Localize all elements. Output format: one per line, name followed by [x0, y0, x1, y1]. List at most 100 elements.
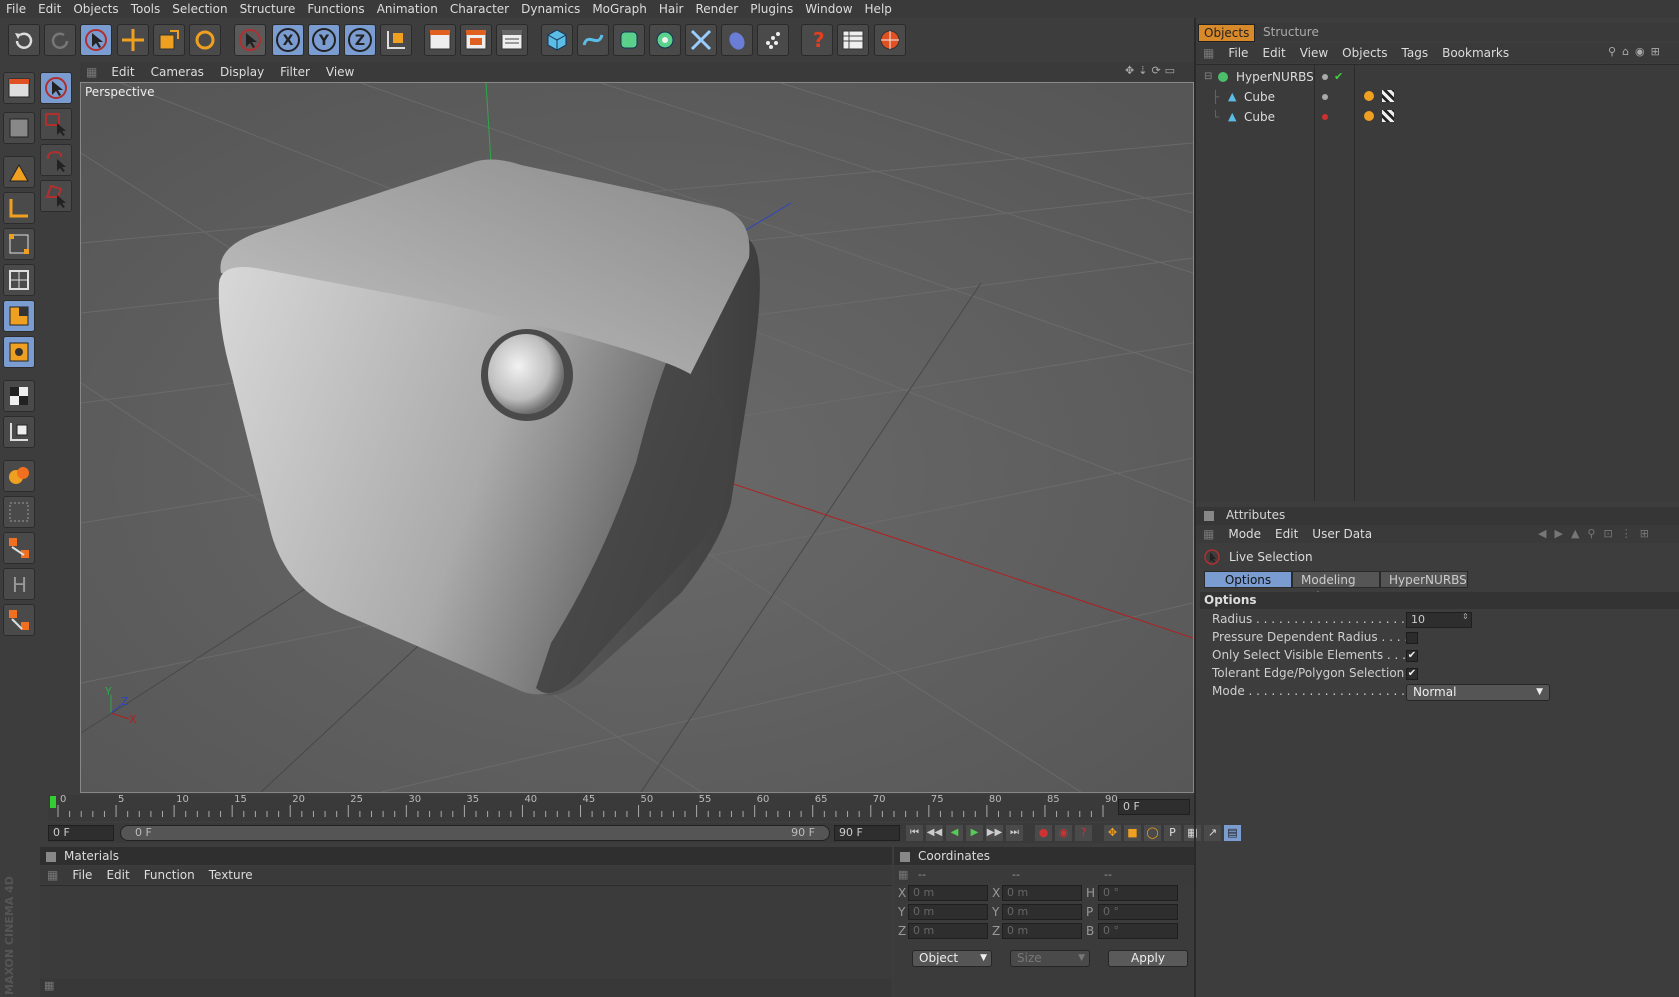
lock-icon[interactable]: ⊡	[1603, 527, 1612, 543]
size-x-field[interactable]: 0 m	[1002, 885, 1082, 901]
attributes-menu-user-data[interactable]: User Data	[1305, 527, 1379, 541]
object-name[interactable]: HyperNURBS	[1236, 67, 1314, 87]
menu-hair[interactable]: Hair	[653, 2, 690, 16]
menu-tools[interactable]: Tools	[125, 2, 167, 16]
collapse-icon[interactable]: ⊟	[1204, 67, 1212, 87]
interpolation-icon[interactable]: ↗	[1204, 825, 1221, 841]
object-name[interactable]: Cube	[1244, 107, 1275, 127]
workplane-icon[interactable]	[3, 460, 35, 492]
menu-selection[interactable]: Selection	[166, 2, 233, 16]
menu-render[interactable]: Render	[689, 2, 744, 16]
texture-tag-icon[interactable]	[1382, 110, 1394, 122]
object-axis-icon[interactable]	[3, 156, 35, 188]
materials-menu-function[interactable]: Function	[137, 868, 202, 882]
size-y-field[interactable]: 0 m	[1002, 904, 1082, 920]
timeline-ruler[interactable]: 0 5 10 15 20 25 30 35 40 45 50 55 60 65 70 75 80 85 90 0 F	[48, 794, 1194, 821]
coordinate-system-icon[interactable]	[380, 24, 412, 56]
tab-structure[interactable]: Structure	[1258, 24, 1324, 40]
points-mode-icon[interactable]	[3, 228, 35, 260]
live-selection-icon[interactable]	[80, 24, 112, 56]
texture-tag-icon[interactable]	[1382, 90, 1394, 102]
deformer-icon[interactable]	[685, 24, 717, 56]
viewport-menu-edit[interactable]: Edit	[103, 65, 142, 79]
polygon-selection-icon[interactable]	[40, 180, 72, 212]
menu-dynamics[interactable]: Dynamics	[515, 2, 586, 16]
key-parameter-icon[interactable]: P	[1164, 825, 1181, 841]
viewport-camera-label[interactable]: Perspective	[85, 85, 155, 99]
pos-y-field[interactable]: 0 m	[908, 904, 988, 920]
size-z-field[interactable]: 0 m	[1002, 923, 1082, 939]
scene-icon[interactable]	[721, 24, 753, 56]
axis-mode-icon[interactable]	[3, 192, 35, 224]
scale-icon[interactable]	[153, 24, 185, 56]
menu-edit[interactable]: Edit	[32, 2, 67, 16]
x-axis-icon[interactable]: X	[272, 24, 304, 56]
objects-menu-bookmarks[interactable]: Bookmarks	[1435, 46, 1516, 60]
lock-workplane-icon[interactable]	[3, 532, 35, 564]
maximize-icon[interactable]: ▭	[1165, 64, 1175, 80]
menu-objects[interactable]: Objects	[67, 2, 124, 16]
texture-mode-icon[interactable]	[3, 336, 35, 368]
go-to-end-icon[interactable]: ⏭	[1006, 825, 1023, 841]
live-selection-tool-icon[interactable]	[40, 72, 72, 104]
orbit-icon[interactable]: ⟳	[1151, 64, 1160, 80]
list-item[interactable]: └ ▲ Cube	[1196, 107, 1679, 127]
eye-icon[interactable]: ◉	[1635, 45, 1645, 61]
modeling-icon[interactable]	[649, 24, 681, 56]
y-axis-icon[interactable]: Y	[308, 24, 340, 56]
rot-b-field[interactable]: 0 °	[1098, 923, 1178, 939]
menu-window[interactable]: Window	[799, 2, 858, 16]
play-backward-icon[interactable]: ◀	[946, 825, 963, 841]
record-icon[interactable]: ●	[1035, 825, 1052, 841]
materials-menu-texture[interactable]: Texture	[202, 868, 260, 882]
render-view-icon[interactable]	[424, 24, 456, 56]
materials-menu-edit[interactable]: Edit	[99, 868, 136, 882]
viewport-menu-display[interactable]: Display	[212, 65, 272, 79]
move-icon[interactable]	[117, 24, 149, 56]
key-pla-icon[interactable]: ▦	[1184, 825, 1201, 841]
viewport-menu-view[interactable]: View	[318, 65, 362, 79]
up-icon[interactable]: ▲	[1571, 527, 1579, 543]
current-frame-field[interactable]: 0 F	[1118, 799, 1190, 815]
forward-icon[interactable]: ▶	[1554, 527, 1562, 543]
z-axis-icon[interactable]: Z	[344, 24, 376, 56]
last-tool-icon[interactable]	[234, 24, 266, 56]
object-name[interactable]: Cube	[1244, 87, 1275, 107]
visibility-dot[interactable]	[1322, 114, 1328, 120]
zoom-icon[interactable]: ⇣	[1138, 64, 1147, 80]
tolerant-selection-checkbox[interactable]: ✔	[1406, 668, 1418, 680]
menu-mograph[interactable]: MoGraph	[586, 2, 653, 16]
rotate-icon[interactable]	[189, 24, 221, 56]
attributes-menu-edit[interactable]: Edit	[1268, 527, 1305, 541]
undo-icon[interactable]	[8, 24, 40, 56]
menu-plugins[interactable]: Plugins	[744, 2, 799, 16]
internet-icon[interactable]	[874, 24, 906, 56]
new-window-icon[interactable]: ⊞	[1640, 527, 1649, 543]
render-picture-viewer-icon[interactable]	[460, 24, 492, 56]
autokey-icon[interactable]: ◉	[1055, 825, 1072, 841]
rectangle-selection-icon[interactable]	[40, 108, 72, 140]
go-to-start-icon[interactable]: ⏮	[906, 825, 923, 841]
keyframe-help-icon[interactable]: ?	[1075, 825, 1092, 841]
home-icon[interactable]: ⌂	[1622, 45, 1629, 61]
prev-key-icon[interactable]: ◀◀	[926, 825, 943, 841]
key-rotation-icon[interactable]: ◯	[1144, 825, 1161, 841]
objects-menu-objects[interactable]: Objects	[1335, 46, 1394, 60]
mode-select[interactable]: Normal ▼	[1406, 684, 1550, 701]
nurbs-icon[interactable]	[613, 24, 645, 56]
back-icon[interactable]: ◀	[1538, 527, 1546, 543]
phong-tag-icon[interactable]	[1364, 111, 1374, 121]
pressure-radius-checkbox[interactable]	[1406, 632, 1418, 644]
objects-menu-edit[interactable]: Edit	[1255, 46, 1292, 60]
particles-icon[interactable]	[757, 24, 789, 56]
coord-size-select[interactable]: Size ▼	[1010, 950, 1090, 967]
materials-area[interactable]	[40, 885, 892, 980]
solo-icon[interactable]: H	[3, 568, 35, 600]
phong-tag-icon[interactable]	[1364, 91, 1374, 101]
menu-animation[interactable]: Animation	[371, 2, 444, 16]
start-frame-field[interactable]: 0 F	[48, 825, 114, 841]
texture-axis-icon[interactable]	[3, 416, 35, 448]
viewport-perspective[interactable]: Y Z X Perspective	[80, 82, 1194, 793]
checker-icon[interactable]	[3, 380, 35, 412]
tab-modeling-axis[interactable]: Modeling Axis	[1292, 571, 1380, 604]
